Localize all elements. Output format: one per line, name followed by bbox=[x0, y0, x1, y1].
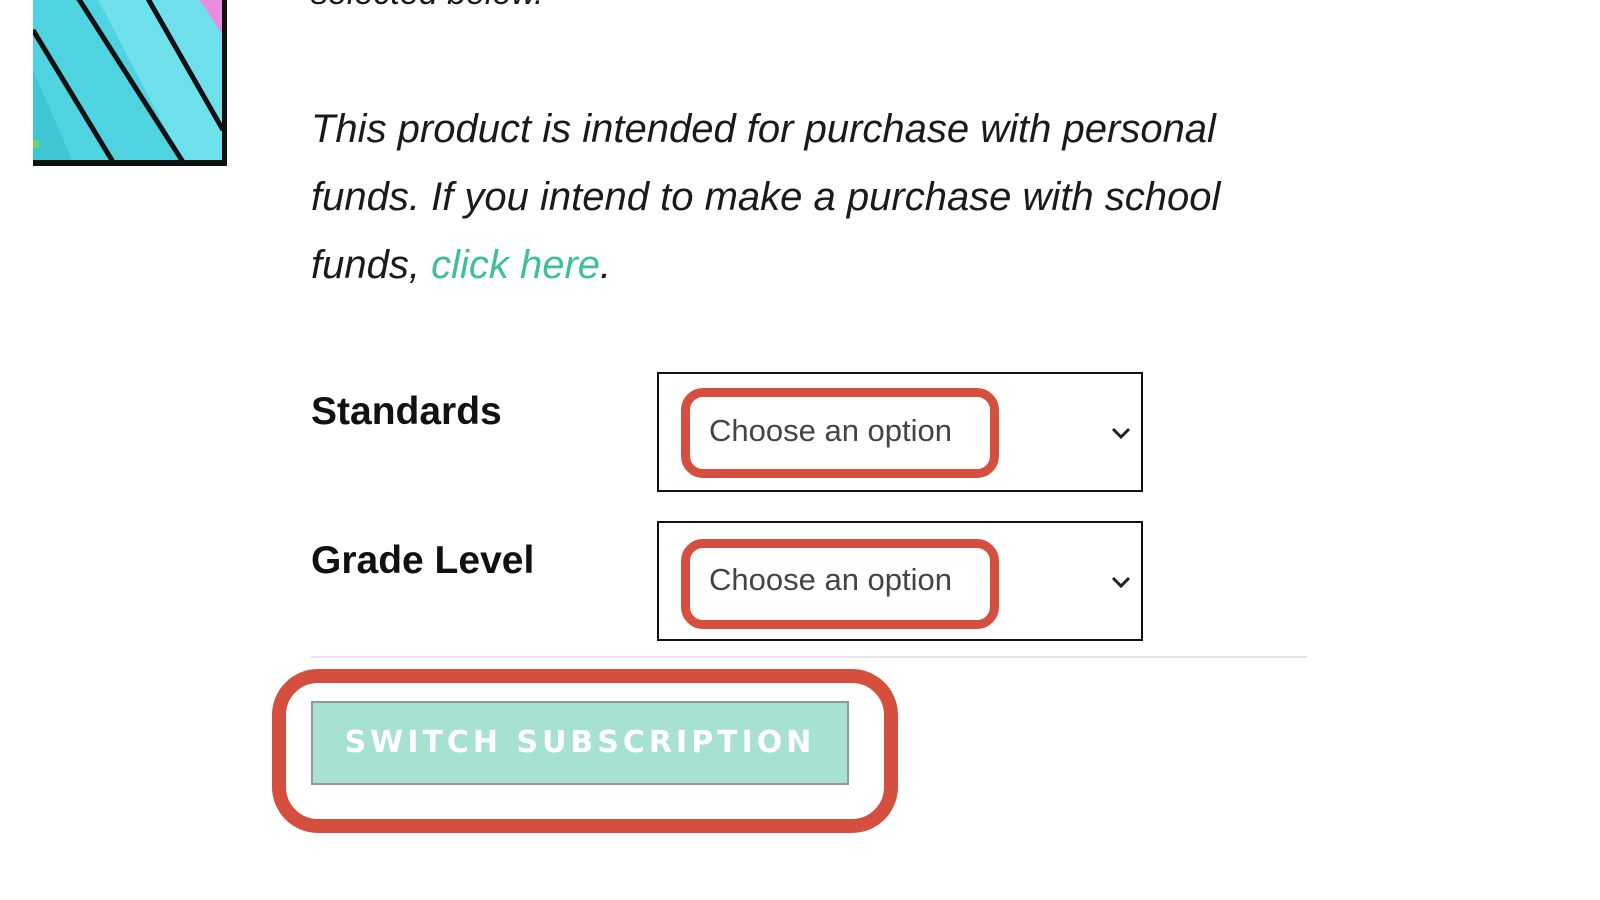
grade-level-select-value: Choose an option bbox=[709, 562, 953, 597]
product-page: selected below. This product is intended… bbox=[0, 0, 1600, 900]
standards-select-value: Choose an option bbox=[709, 413, 953, 448]
notice-period: . bbox=[600, 243, 612, 287]
standards-label: Standards bbox=[311, 390, 502, 433]
product-thumbnail bbox=[33, 0, 227, 166]
cut-off-description: selected below. bbox=[311, 0, 544, 13]
standards-select[interactable]: Choose an option bbox=[657, 372, 1143, 492]
chevron-down-icon bbox=[1111, 427, 1131, 440]
purchase-notice: This product is intended for purchase wi… bbox=[311, 95, 1291, 299]
switch-subscription-button[interactable]: SWITCH SUBSCRIPTION bbox=[311, 701, 849, 785]
chevron-down-icon bbox=[1111, 576, 1131, 589]
click-here-link[interactable]: click here bbox=[431, 243, 600, 287]
grade-level-label: Grade Level bbox=[311, 539, 535, 582]
divider bbox=[311, 656, 1307, 658]
grade-level-select[interactable]: Choose an option bbox=[657, 521, 1143, 641]
